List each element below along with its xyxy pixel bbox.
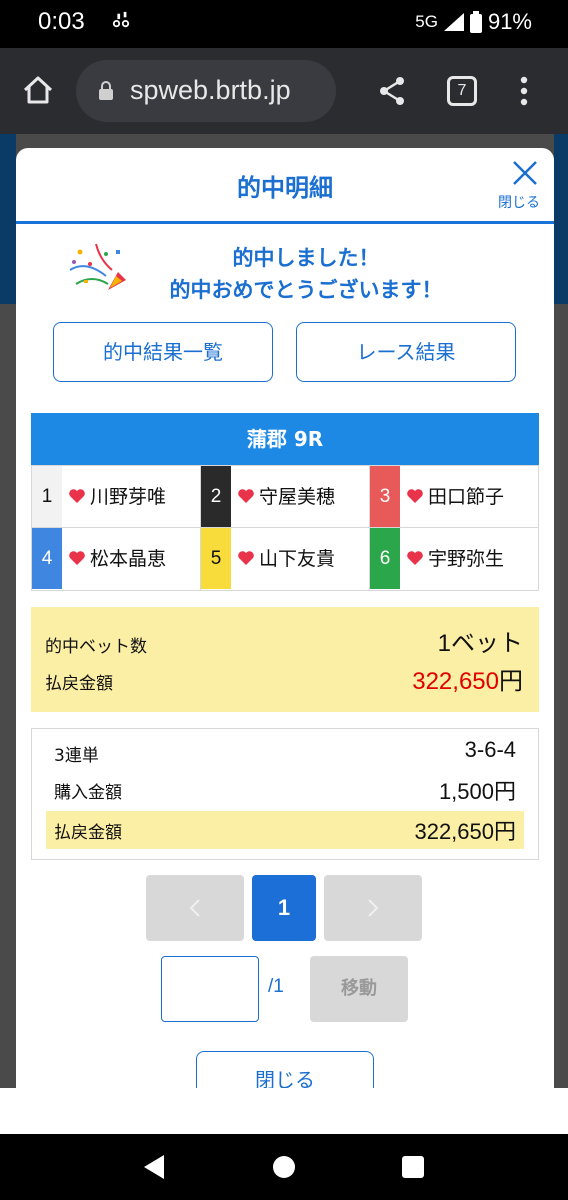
payout-total: 322,650円	[412, 661, 523, 696]
payout-label: 払戻金額	[45, 674, 113, 694]
background-header-strip	[0, 134, 16, 304]
racer-grid: 1 川野芽唯 2 守屋美穂 3 田口節子 4 松本晶恵 5 山下友貴 6 宇野弥生	[31, 465, 539, 591]
signal-icon	[443, 13, 464, 31]
racer-number: 3	[370, 466, 400, 527]
race-results-button[interactable]: レース結果	[296, 322, 516, 382]
racer-number: 5	[201, 528, 231, 589]
racer-number: 4	[32, 528, 62, 589]
home-icon[interactable]	[22, 74, 54, 106]
page-jump-input[interactable]	[161, 956, 259, 1022]
racer-cell: 1 川野芽唯	[32, 466, 201, 528]
close-icon[interactable]	[512, 160, 538, 186]
home-button-icon[interactable]	[273, 1156, 295, 1178]
hit-bets-value: 1ベット	[437, 630, 523, 657]
status-bar: 0:03 5G 91%	[0, 0, 568, 48]
congrats-line-2: 的中おめでとうございます！	[169, 278, 443, 302]
racer-cell: 2 守屋美穂	[201, 466, 370, 528]
purchase-amount-label: 購入金額	[54, 783, 122, 803]
tab-switcher-button[interactable]: 7	[447, 76, 477, 106]
voicemail-icon	[112, 11, 130, 28]
bet-type-label: 3連単	[54, 746, 99, 766]
detail-payout-row: 払戻金額 322,650円	[46, 811, 524, 849]
share-icon[interactable]	[378, 76, 406, 106]
payout-total-unit: 円	[499, 668, 523, 695]
bet-detail: 3連単 3-6-4 購入金額 1,500円 払戻金額 322,650円	[31, 728, 539, 860]
browser-toolbar: spweb.brtb.jp 7	[0, 48, 568, 134]
racer-name: 山下友貴	[259, 548, 336, 570]
hit-bets-label: 的中ベット数	[45, 637, 147, 657]
close-button[interactable]: 閉じる	[196, 1051, 374, 1088]
racer-name: 松本晶恵	[90, 548, 167, 570]
page-jump-button[interactable]: 移動	[310, 956, 408, 1022]
heart-icon[interactable]	[406, 550, 424, 566]
back-icon[interactable]	[142, 1154, 166, 1180]
modal-title: 的中明細	[237, 174, 333, 202]
racer-name: 守屋美穂	[259, 486, 336, 508]
status-indicators: 5G 91%	[415, 9, 532, 35]
page-bottom-area	[0, 1088, 568, 1134]
heart-icon[interactable]	[237, 488, 255, 504]
current-page-button[interactable]: 1	[252, 875, 316, 941]
page-total: /1	[268, 976, 284, 997]
more-menu-icon[interactable]	[520, 76, 528, 106]
racer-cell: 4 松本晶恵	[32, 528, 201, 590]
payout-total-amount: 322,650	[412, 668, 499, 695]
detail-payout-label: 払戻金額	[54, 823, 122, 843]
purchase-amount-value: 1,500円	[438, 779, 516, 804]
detail-payout-value: 322,650円	[414, 819, 516, 844]
battery-percent: 91%	[487, 9, 532, 34]
heart-icon[interactable]	[237, 550, 255, 566]
racer-cell: 3 田口節子	[370, 466, 539, 528]
system-nav-bar	[0, 1134, 568, 1200]
hit-results-list-button[interactable]: 的中結果一覧	[53, 322, 273, 382]
url-text: spweb.brtb.jp	[130, 75, 291, 105]
racer-number: 2	[201, 466, 231, 527]
racer-cell: 6 宇野弥生	[370, 528, 539, 590]
close-label[interactable]: 閉じる	[498, 192, 540, 212]
status-time: 0:03	[38, 8, 85, 35]
race-header: 蒲郡 9R	[31, 413, 539, 465]
chevron-right-icon	[368, 899, 379, 917]
congrats-line-1: 的中しました！	[232, 246, 380, 270]
hit-detail-modal: 的中明細 閉じる 的中しました！ 的中おめでとうございます！ 的中結果一覧 レー…	[16, 148, 554, 1088]
network-type: 5G	[415, 12, 438, 31]
heart-icon[interactable]	[68, 550, 86, 566]
racer-name: 宇野弥生	[428, 548, 505, 570]
background-header-strip-right	[554, 134, 568, 304]
racer-number: 6	[370, 528, 400, 589]
modal-header: 的中明細 閉じる	[16, 148, 554, 224]
racer-name: 田口節子	[428, 486, 505, 508]
racer-name: 川野芽唯	[90, 486, 167, 508]
chevron-left-icon	[189, 899, 200, 917]
hit-summary: 的中ベット数 1ベット 払戻金額 322,650円	[31, 607, 539, 712]
racer-number: 1	[32, 466, 62, 527]
battery-icon	[469, 11, 482, 33]
heart-icon[interactable]	[68, 488, 86, 504]
bet-type-value: 3-6-4	[464, 737, 516, 762]
next-page-button[interactable]	[324, 875, 422, 941]
address-bar[interactable]: spweb.brtb.jp	[76, 60, 336, 122]
recent-apps-icon[interactable]	[402, 1156, 424, 1178]
prev-page-button[interactable]	[146, 875, 244, 941]
racer-cell: 5 山下友貴	[201, 528, 370, 590]
heart-icon[interactable]	[406, 488, 424, 504]
lock-icon	[99, 81, 113, 100]
